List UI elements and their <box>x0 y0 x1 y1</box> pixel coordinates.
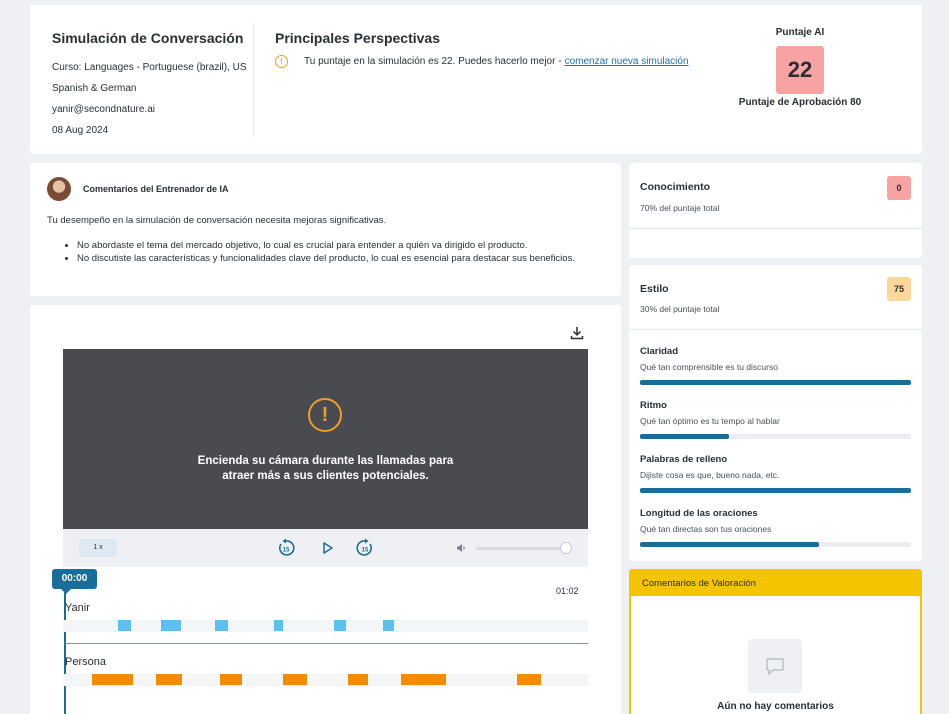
metric-length-desc: Qué tan directas son tus oraciones <box>640 524 772 534</box>
speech-segment[interactable] <box>220 674 242 685</box>
warning-icon: ! <box>275 55 288 68</box>
metric-clarity-bar <box>640 380 911 385</box>
download-icon[interactable] <box>569 325 585 341</box>
simulation-date: 08 Aug 2024 <box>52 125 109 136</box>
ai-coach-feedback-card: Comentarios del Entrenador de IA Tu dese… <box>30 163 621 296</box>
speech-segment[interactable] <box>347 674 369 685</box>
user-email: yanir@secondnature.ai <box>52 104 155 115</box>
track-yanir <box>63 620 588 632</box>
metric-filler-desc: Dijiste cosa es que, bueno nada, etc. <box>640 470 780 480</box>
metric-bar-fill <box>640 380 911 385</box>
avatar <box>47 177 71 201</box>
svg-text:15: 15 <box>362 548 369 554</box>
track-persona <box>63 674 588 686</box>
metric-clarity-name: Claridad <box>640 346 679 357</box>
volume-icon[interactable] <box>456 543 466 553</box>
speech-segment[interactable] <box>517 674 541 685</box>
volume-slider[interactable] <box>476 547 571 550</box>
list-item: No abordaste el tema del mercado objetiv… <box>77 239 612 252</box>
play-icon[interactable] <box>317 538 337 558</box>
metric-pace-name: Ritmo <box>640 400 667 411</box>
insights-title: Principales Perspectivas <box>275 30 440 46</box>
list-item: No discutiste las características y func… <box>77 252 612 265</box>
svg-text:15: 15 <box>283 548 290 554</box>
speech-segment[interactable] <box>401 674 446 685</box>
rating-comments-card: Comentarios de Valoración Aún no hay com… <box>629 569 922 714</box>
divider <box>629 329 922 330</box>
coach-summary: Tu desempeño en la simulación de convers… <box>47 215 387 226</box>
style-score-badge: 75 <box>887 277 911 301</box>
speech-segment[interactable] <box>91 674 133 685</box>
speech-segment[interactable] <box>160 620 182 631</box>
simulation-title: Simulación de Conversación <box>52 30 244 46</box>
insight-row: ! Tu puntaje en la simulación es 22. Pue… <box>275 55 735 68</box>
insight-text: Tu puntaje en la simulación es 22. Puede… <box>304 56 562 67</box>
metric-length-name: Longitud de las oraciones <box>640 508 758 519</box>
speech-segment[interactable] <box>334 620 346 631</box>
no-comments-text: Aún no hay comentarios <box>717 701 834 712</box>
end-time: 01:02 <box>556 586 579 596</box>
coach-points-list: No abordaste el tema del mercado objetiv… <box>47 239 612 265</box>
current-time-badge[interactable]: 00:00 <box>52 569 97 594</box>
speech-segment[interactable] <box>273 620 284 631</box>
knowledge-title: Conocimiento <box>640 181 710 193</box>
alert-icon: ! <box>308 398 342 432</box>
passing-score-label: Puntaje de Aprobación 80 <box>738 97 862 108</box>
metric-pace-bar <box>640 434 911 439</box>
metric-filler-bar <box>640 488 911 493</box>
speaker-timeline[interactable]: 00:00 01:02 Yanir Persona <box>52 567 588 714</box>
player-controls: 1 x 15 15 <box>63 529 588 567</box>
speech-segment[interactable] <box>155 674 183 685</box>
metric-bar-fill <box>640 542 819 547</box>
simulation-summary-card: Simulación de Conversación Curso: Langua… <box>30 5 922 154</box>
metric-bar-fill <box>640 488 911 493</box>
coach-body: Tu desempeño en la simulación de convers… <box>47 214 612 265</box>
new-simulation-link[interactable]: comenzar nueva simulación <box>565 56 689 67</box>
empty-comments-box <box>748 639 802 693</box>
track-label-yanir: Yanir <box>65 602 90 614</box>
ai-score-panel: Puntaje AI 22 Puntaje de Aprobación 80 <box>730 27 870 108</box>
simulation-info: Simulación de Conversación Curso: Langua… <box>52 30 252 141</box>
style-title: Estilo <box>640 283 669 295</box>
style-weight: 30% del puntaje total <box>640 304 720 314</box>
camera-message: Encienda su cámara durante las llamadas … <box>197 455 454 482</box>
metric-bar-fill <box>640 434 730 439</box>
knowledge-weight: 70% del puntaje total <box>640 203 720 213</box>
style-score-card: Estilo 30% del puntaje total 75 Claridad… <box>629 265 922 561</box>
speech-segment[interactable] <box>383 620 394 631</box>
video-area[interactable]: ! Encienda su cámara durante las llamada… <box>63 349 588 529</box>
metric-pace-desc: Qué tan óptimo es tu tempo al hablar <box>640 416 780 426</box>
knowledge-score-badge: 0 <box>887 176 911 200</box>
ai-score-value: 22 <box>776 46 824 94</box>
divider <box>253 23 254 137</box>
divider <box>629 228 922 229</box>
knowledge-score-card: Conocimiento 70% del puntaje total 0 <box>629 163 922 258</box>
coach-title: Comentarios del Entrenador de IA <box>83 184 229 194</box>
speech-segment[interactable] <box>283 674 308 685</box>
metric-length-bar <box>640 542 911 547</box>
coach-header: Comentarios del Entrenador de IA <box>47 177 229 201</box>
volume-handle[interactable] <box>560 542 573 554</box>
track-separator <box>65 643 588 644</box>
comment-icon <box>766 658 784 675</box>
speech-segment[interactable] <box>118 620 132 631</box>
track-label-persona: Persona <box>65 656 106 668</box>
top-insights: Principales Perspectivas ! Tu puntaje en… <box>275 30 735 68</box>
rewind-15-icon[interactable]: 15 <box>276 538 296 558</box>
playback-speed-button[interactable]: 1 x <box>79 539 117 557</box>
metric-clarity-desc: Qué tan comprensible es tu discurso <box>640 362 778 372</box>
rating-comments-title: Comentarios de Valoración <box>631 571 920 596</box>
recording-player-card: ! Encienda su cámara durante las llamada… <box>30 305 621 714</box>
course-name: Curso: Languages - Portuguese (brazil), … <box>52 62 247 73</box>
forward-15-icon[interactable]: 15 <box>355 538 375 558</box>
course-name-cont: Spanish & German <box>52 83 137 94</box>
ai-score-label: Puntaje AI <box>775 27 825 38</box>
speech-segment[interactable] <box>215 620 228 631</box>
metric-filler-name: Palabras de relleno <box>640 454 728 465</box>
